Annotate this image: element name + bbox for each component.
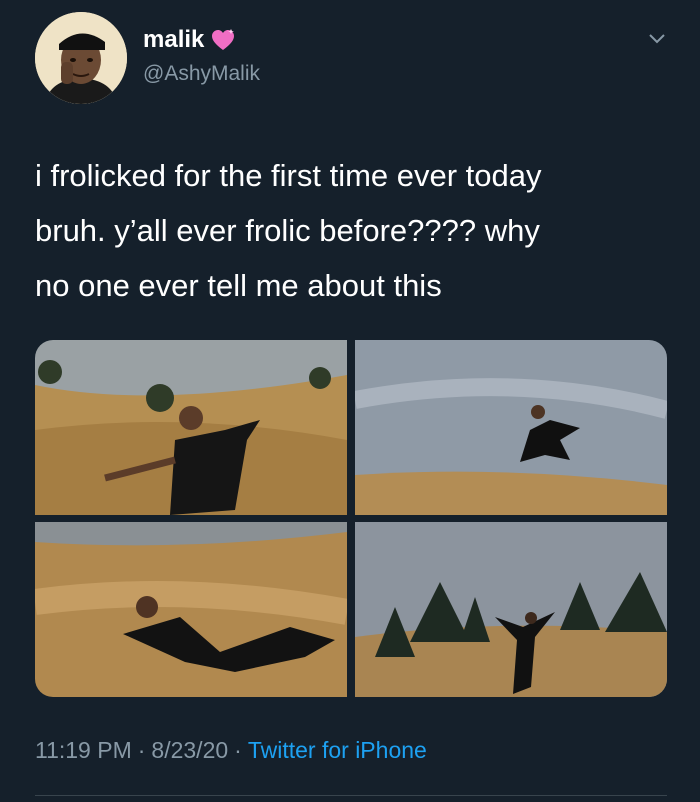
meta-separator: · (137, 737, 146, 763)
tweet-source-link[interactable]: Twitter for iPhone (248, 737, 427, 764)
photo-frolic-lying-in-grass[interactable] (35, 522, 347, 697)
photo-frolic-jumping[interactable] (355, 340, 667, 515)
divider (35, 795, 667, 796)
meta-separator: · (234, 737, 242, 763)
photo-frolic-standing[interactable] (35, 340, 347, 515)
tweet-date[interactable]: 8/23/20 (151, 737, 228, 764)
user-handle[interactable]: @AshyMalik (143, 62, 260, 86)
name-row: malik (143, 26, 236, 54)
photo-frolic-arms-out-hilltop[interactable] (355, 522, 667, 697)
sparkling-heart-icon (210, 28, 236, 52)
avatar[interactable] (35, 12, 127, 104)
tweet-text: i frolicked for the first time ever toda… (35, 158, 542, 303)
media-grid (35, 340, 667, 697)
tweet-card: malik @AshyMalik i frolicked for the fir… (0, 0, 700, 802)
chevron-down-icon[interactable] (646, 30, 668, 46)
tweet-time[interactable]: 11:19 PM (35, 737, 132, 764)
display-name[interactable]: malik (143, 26, 204, 54)
tweet-meta: 11:19 PM · 8/23/20 · Twitter for iPhone (35, 737, 427, 764)
